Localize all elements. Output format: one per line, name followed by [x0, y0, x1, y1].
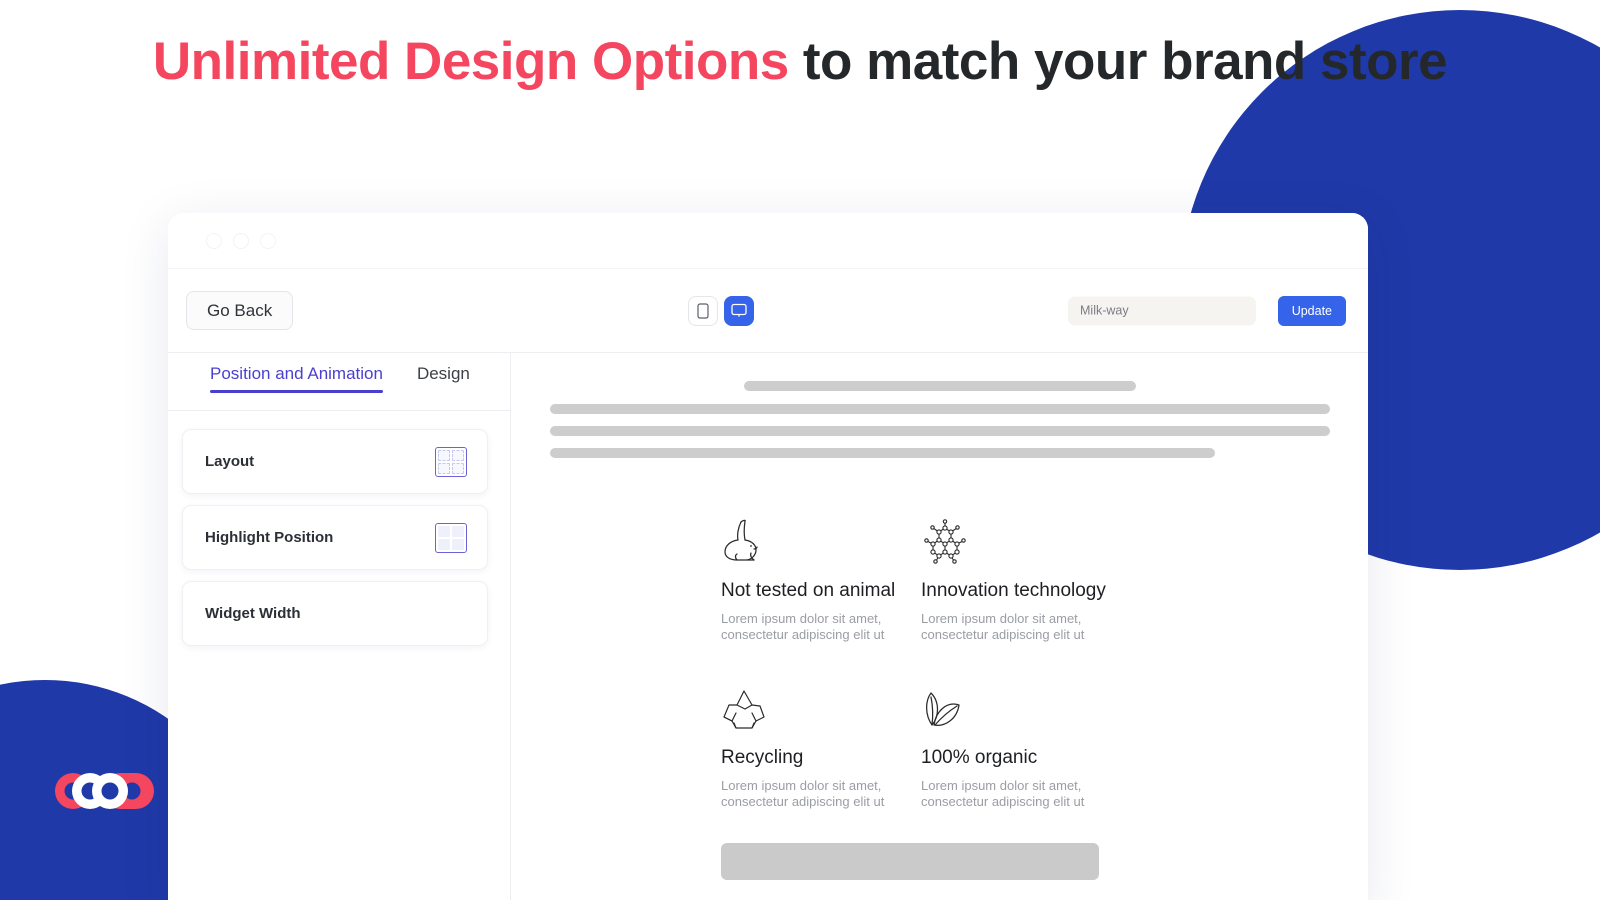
- sidebar-tab-bar: Position and Animation Design: [168, 353, 510, 411]
- good-logo-mark: [55, 773, 154, 809]
- window-dot-close[interactable]: [206, 232, 222, 249]
- window-chrome-bar: [168, 213, 1368, 269]
- window-dot-maximize[interactable]: [260, 232, 276, 249]
- browser-window: Go Back Update Position and Animation: [168, 213, 1368, 900]
- skeleton-title-bar: [743, 381, 1136, 391]
- desktop-view-button[interactable]: [724, 295, 754, 326]
- grid-cell: [438, 449, 450, 461]
- setting-card-highlight-position[interactable]: Highlight Position: [182, 505, 488, 570]
- feature-description: Lorem ipsum dolor sit amet, consectetur …: [921, 777, 1085, 809]
- settings-sidebar: Position and Animation Design Layout Hig…: [168, 353, 511, 900]
- feature-description: Lorem ipsum dolor sit amet, consectetur …: [721, 611, 885, 642]
- grid-cell: [452, 538, 464, 550]
- feature-item-not-tested-on-animal: Not tested on animal Lorem ipsum dolor s…: [721, 512, 921, 643]
- update-button[interactable]: Update: [1277, 295, 1346, 326]
- window-dot-minimize[interactable]: [233, 232, 249, 249]
- highlight-grid-thumb-icon[interactable]: [435, 522, 467, 553]
- setting-card-widget-width[interactable]: Widget Width: [182, 581, 488, 646]
- skeleton-line-2: [549, 426, 1330, 436]
- feature-item-recycling: Recycling Lorem ipsum dolor sit amet, co…: [721, 679, 921, 810]
- skeleton-line-3: [550, 448, 1215, 458]
- tab-design[interactable]: Design: [417, 365, 470, 392]
- editor-body: Position and Animation Design Layout Hig…: [168, 353, 1368, 900]
- page-headline: Unlimited Design Options to match your b…: [0, 28, 1600, 97]
- store-preview-pane: Not tested on animal Lorem ipsum dolor s…: [511, 353, 1368, 900]
- mobile-view-button[interactable]: [688, 295, 718, 326]
- recycling-icon: [721, 679, 921, 731]
- store-name-input[interactable]: [1068, 296, 1256, 325]
- molecule-icon: [921, 512, 1121, 564]
- editor-toolbar: Go Back Update: [168, 269, 1368, 353]
- logo-letter-o-2: [92, 773, 128, 809]
- cta-skeleton-block: [721, 843, 1099, 881]
- feature-description: Lorem ipsum dolor sit amet, consectetur …: [721, 777, 885, 809]
- feature-item-innovation-technology: Innovation technology Lorem ipsum dolor …: [921, 512, 1121, 643]
- skeleton-line-1: [549, 404, 1330, 414]
- device-preview-toggle: [688, 295, 754, 326]
- feature-description: Lorem ipsum dolor sit amet, consectetur …: [921, 611, 1085, 642]
- feature-title: Recycling: [721, 746, 804, 768]
- grid-cell: [452, 525, 464, 537]
- grid-cell: [438, 538, 450, 550]
- mobile-icon: [697, 302, 709, 319]
- feature-title: Not tested on animal: [721, 580, 896, 601]
- setting-card-label: Highlight Position: [205, 529, 334, 546]
- go-back-button[interactable]: Go Back: [186, 291, 294, 330]
- grid-cell: [452, 462, 464, 474]
- layout-grid-thumb-icon[interactable]: [435, 446, 467, 477]
- tab-position-and-animation[interactable]: Position and Animation: [210, 365, 383, 393]
- rabbit-icon: [721, 512, 921, 564]
- brand-logo: [50, 768, 168, 814]
- feature-grid: Not tested on animal Lorem ipsum dolor s…: [721, 512, 1121, 809]
- feature-title: 100% organic: [921, 746, 1038, 768]
- leaf-icon: [921, 679, 1121, 731]
- headline-accent: Unlimited Design Options: [152, 32, 789, 91]
- headline-rest: to match your brand store: [788, 32, 1448, 91]
- grid-cell: [438, 462, 450, 474]
- grid-cell: [438, 525, 450, 537]
- setting-card-label: Widget Width: [205, 605, 301, 622]
- feature-title: Innovation technology: [921, 580, 1106, 601]
- feature-item-100-percent-organic: 100% organic Lorem ipsum dolor sit amet,…: [921, 679, 1121, 810]
- setting-card-layout[interactable]: Layout: [182, 429, 488, 494]
- grid-cell: [452, 449, 464, 461]
- settings-card-list: Layout Highlight Position Widget Width: [168, 411, 510, 646]
- monitor-icon: [731, 303, 747, 317]
- setting-card-label: Layout: [205, 453, 255, 470]
